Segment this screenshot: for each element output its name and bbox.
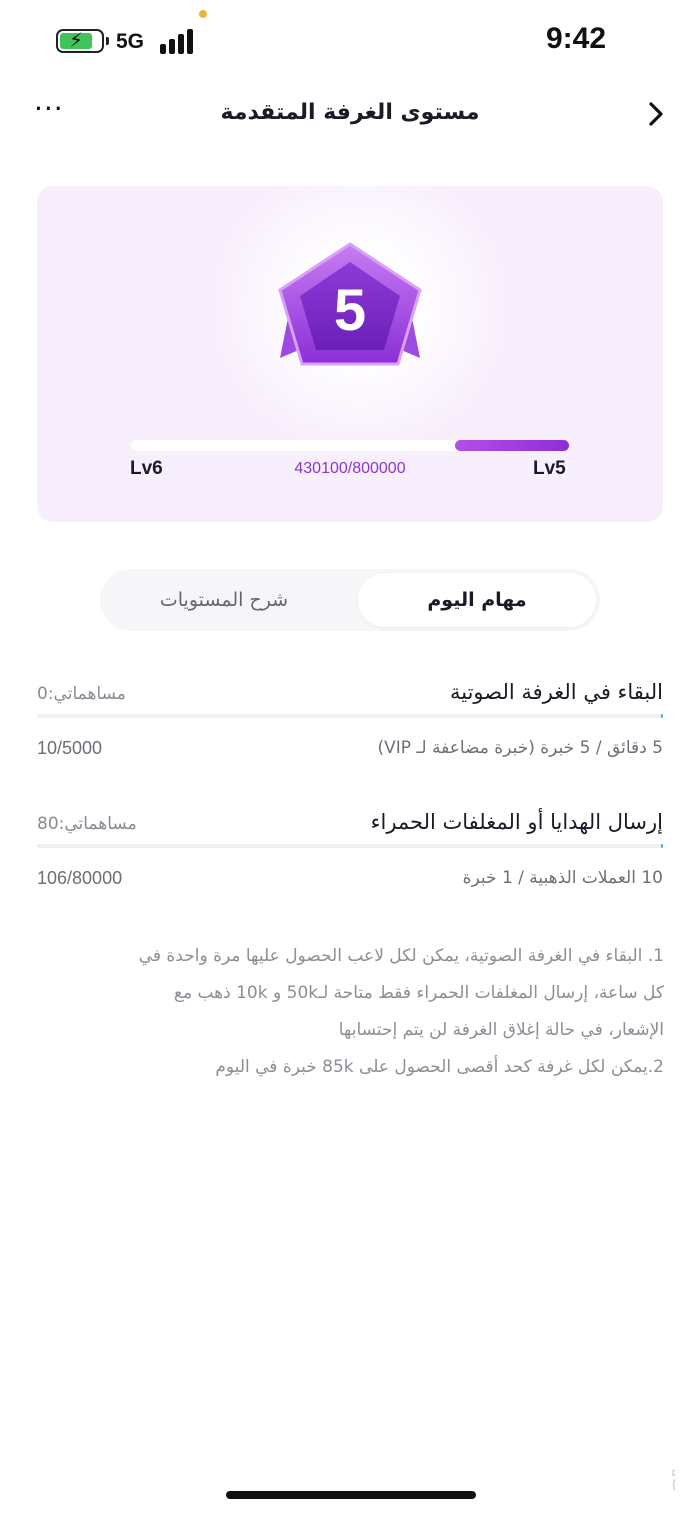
level-progress-fill — [455, 440, 569, 451]
privacy-indicator-dot — [199, 10, 207, 18]
battery-charging-icon: ⚡ — [56, 28, 109, 53]
task-title: إرسال الهدايا أو المغلفات الحمراء — [370, 810, 663, 834]
room-level-card: 5 Lv6 430100/800000 Lv5 — [37, 186, 663, 522]
current-level-label: Lv5 — [533, 458, 566, 479]
chevron-right-icon — [649, 102, 663, 126]
task-voice-room: البقاء في الغرفة الصوتية مساهماتي:0 5 دق… — [37, 680, 663, 770]
back-button[interactable] — [640, 96, 670, 132]
task-count: 106/80000 — [37, 868, 123, 888]
task-progress-bar — [37, 844, 663, 848]
task-progress-bar — [37, 714, 663, 718]
network-type: 5G — [116, 30, 145, 53]
home-indicator[interactable] — [226, 1491, 476, 1499]
more-options-button[interactable]: ··· — [34, 94, 74, 124]
signal-icon — [160, 28, 198, 54]
next-level-label: Lv6 — [130, 458, 163, 479]
task-count: 10/5000 — [37, 738, 103, 758]
status-bar: ⚡ 5G 9:42 — [0, 0, 700, 80]
level-badge-icon: 5 — [278, 242, 422, 366]
charging-bolt-icon: ⚡ — [69, 28, 84, 52]
tab-bar: مهام اليوم شرح المستويات — [100, 569, 600, 631]
task-send-gifts: إرسال الهدايا أو المغلفات الحمراء مساهما… — [37, 810, 663, 900]
tab-level-explanation[interactable]: شرح المستويات — [104, 573, 344, 627]
notes-line: 1. البقاء في الغرفة الصوتية، يمكن لكل لا… — [138, 946, 664, 966]
task-description: 10 العملات الذهبية / 1 خبرة — [462, 868, 663, 888]
status-time: 9:42 — [546, 22, 607, 55]
task-progress-fill — [660, 714, 663, 718]
notes-line: كل ساعة، إرسال المغلفات الحمراء فقط متاح… — [173, 983, 664, 1003]
tab-daily-tasks[interactable]: مهام اليوم — [358, 573, 596, 627]
task-description: 5 دقائق / 5 خبرة (خبرة مضاعفة لـ VIP) — [377, 738, 664, 758]
level-progress-bar — [131, 440, 569, 451]
badge-number: 5 — [334, 278, 366, 343]
svg-text:حراج: حراج — [670, 1450, 675, 1496]
task-contribution: مساهماتي:80 — [37, 814, 137, 834]
task-progress-fill — [660, 844, 663, 848]
notes-line: الإشعار، في حالة إغلاق الغرفة لن يتم إحت… — [338, 1020, 664, 1040]
task-contribution: مساهماتي:0 — [37, 684, 126, 704]
haraj-watermark-logo: حراج — [669, 1449, 675, 1496]
header: ··· مستوى الغرفة المتقدمة — [0, 86, 700, 146]
page-title: مستوى الغرفة المتقدمة — [220, 100, 480, 125]
level-progress-text: 430100/800000 — [294, 460, 406, 477]
notes-line: 2.يمكن لكل غرفة كحد أقصى الحصول على 85k … — [215, 1057, 664, 1077]
rules-notes: 1. البقاء في الغرفة الصوتية، يمكن لكل لا… — [40, 938, 664, 1086]
task-title: البقاء في الغرفة الصوتية — [449, 680, 663, 704]
